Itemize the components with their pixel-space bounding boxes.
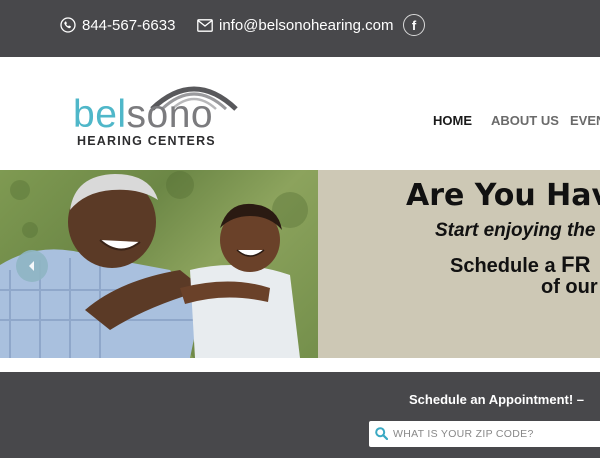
promo-free-text: FR [561,252,591,277]
phone-icon [60,17,76,33]
logo-wordmark: belsono [73,95,213,134]
nav-events[interactable]: EVEN [570,113,600,128]
site-header: belsono HEARING CENTERS HOME ABOUT US EV… [0,57,600,170]
facebook-icon[interactable]: f [403,14,425,36]
logo-subtitle: HEARING CENTERS [77,134,216,148]
promo-subline: Start enjoying the [435,220,596,241]
email-address: info@belsonohearing.com [219,16,394,34]
slider-prev-button[interactable] [16,250,48,282]
zip-search-box [369,421,600,447]
belsono-logo[interactable]: belsono HEARING CENTERS [73,77,243,151]
promo-ending-line: of our [541,276,598,298]
search-icon [375,427,388,440]
phone-number: 844-567-6633 [82,16,176,34]
chevron-left-icon [29,261,34,271]
promo-schedule-prefix: Schedule a [450,255,562,277]
nav-about-us[interactable]: ABOUT US [491,113,559,128]
logo-sono: sono [126,93,214,136]
promo-schedule-line: Schedule a FR [450,252,590,278]
nav-home[interactable]: HOME [433,113,472,128]
top-contact-bar: 844-567-6633 info@belsonohearing.com f [0,0,600,57]
promo-headline: Are You Hav [406,178,600,213]
zip-code-input[interactable] [393,421,600,447]
logo-bel: bel [73,93,127,136]
phone-link[interactable]: 844-567-6633 [60,0,175,50]
schedule-title: Schedule an Appointment! – [409,392,585,407]
schedule-appointment-bar: Schedule an Appointment! – [0,372,600,458]
hero-slider: Are You Hav Start enjoying the Schedule … [0,170,600,358]
envelope-icon [197,18,213,32]
hero-promo-panel: Are You Hav Start enjoying the Schedule … [318,170,600,358]
email-link[interactable]: info@belsonohearing.com [197,0,394,50]
